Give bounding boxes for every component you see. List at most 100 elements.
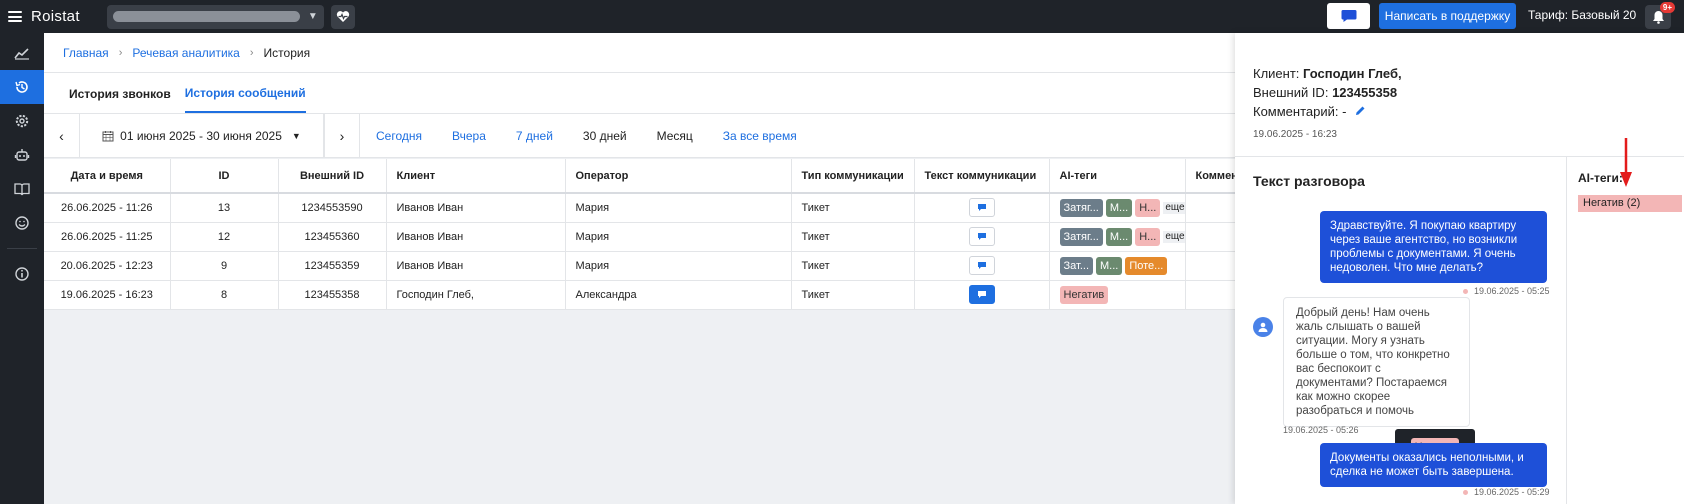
col-external-id[interactable]: Внешний ID bbox=[278, 159, 387, 194]
left-nav bbox=[0, 33, 44, 504]
comment-value: - bbox=[1342, 104, 1347, 119]
cell-ai-tags: Затяг...М...Н...еще 1 bbox=[1049, 222, 1186, 252]
cell-id: 8 bbox=[170, 280, 279, 310]
ai-tag-filter[interactable]: Негатив (2) bbox=[1578, 195, 1682, 212]
col-comm-text[interactable]: Текст коммуникации bbox=[914, 159, 1050, 194]
message-icon-active[interactable] bbox=[968, 285, 995, 304]
annotation-arrow-icon bbox=[1620, 138, 1632, 187]
cell-datetime: 19.06.2025 - 16:23 bbox=[44, 280, 171, 310]
col-comment[interactable]: Коммен bbox=[1185, 159, 1235, 194]
nav-knowledge[interactable] bbox=[0, 172, 44, 206]
col-ai-tags[interactable]: AI-теги bbox=[1049, 159, 1186, 194]
more-tags-link[interactable]: еще 1 bbox=[1163, 201, 1184, 214]
chevron-down-icon: ▼ bbox=[291, 130, 301, 141]
ai-tag[interactable]: М... bbox=[1105, 198, 1133, 217]
pencil-icon[interactable] bbox=[1354, 105, 1366, 120]
ai-tag[interactable]: Поте... bbox=[1125, 256, 1168, 275]
cell-id: 13 bbox=[170, 193, 279, 223]
ticket-date: 19.06.2025 - 16:23 bbox=[1253, 129, 1337, 140]
tab-call-history[interactable]: История звонков bbox=[69, 87, 171, 113]
period-today[interactable]: Сегодня bbox=[376, 129, 422, 143]
chat-button[interactable] bbox=[1327, 3, 1370, 29]
calendar-icon bbox=[102, 130, 114, 141]
ai-tag[interactable]: Зат... bbox=[1059, 256, 1094, 275]
client-value: Господин Глеб, bbox=[1303, 66, 1402, 81]
tariff-label[interactable]: Тариф: Базовый 20 bbox=[1528, 8, 1636, 22]
ai-tag[interactable]: Затяг... bbox=[1059, 227, 1103, 246]
chevron-down-icon: ▼ bbox=[307, 11, 318, 22]
gear-icon bbox=[15, 114, 29, 128]
prev-period-button[interactable]: ‹ bbox=[44, 113, 80, 158]
ai-tag[interactable]: Н... bbox=[1135, 227, 1161, 246]
next-period-button[interactable]: › bbox=[324, 113, 360, 158]
external-id-label: Внешний ID: bbox=[1253, 85, 1329, 100]
ai-tag[interactable]: М... bbox=[1096, 256, 1123, 275]
table-row[interactable]: 26.06.2025 - 11:26 13 1234553590 Иванов … bbox=[44, 193, 1235, 223]
more-tags-link[interactable]: еще 1 bbox=[1163, 230, 1184, 243]
cell-comm-text bbox=[914, 280, 1050, 310]
comment-label: Комментарий: bbox=[1253, 104, 1339, 119]
nav-analytics[interactable] bbox=[0, 36, 44, 70]
message-timestamp: 19.06.2025 - 05:29 bbox=[1463, 487, 1550, 497]
cell-id: 12 bbox=[170, 222, 279, 252]
col-operator[interactable]: Оператор bbox=[565, 159, 792, 194]
nav-history[interactable] bbox=[0, 70, 44, 104]
message-icon[interactable] bbox=[968, 198, 995, 218]
logo[interactable]: Roistat bbox=[31, 8, 80, 25]
ai-tags-panel: AI-теги: Негатив (2) bbox=[1568, 157, 1684, 504]
ai-tag[interactable]: Затяг... bbox=[1059, 198, 1103, 217]
book-icon bbox=[14, 183, 30, 196]
period-7-days[interactable]: 7 дней bbox=[516, 129, 553, 143]
col-id[interactable]: ID bbox=[170, 159, 279, 194]
col-client[interactable]: Клиент bbox=[386, 159, 566, 194]
cell-ai-tags: Негатив bbox=[1049, 280, 1186, 310]
support-button[interactable]: Написать в поддержку bbox=[1379, 3, 1516, 29]
message-icon[interactable] bbox=[968, 227, 995, 246]
date-range-picker[interactable]: 01 июня 2025 - 30 июня 2025 ▼ bbox=[80, 113, 324, 158]
cell-datetime: 26.06.2025 - 11:25 bbox=[44, 222, 171, 252]
top-bar: Roistat ▼ Написать в поддержку Тариф: Ба… bbox=[0, 0, 1684, 33]
table-row[interactable]: 20.06.2025 - 12:23 9 123455359 Иванов Ив… bbox=[44, 251, 1235, 281]
comment-line: Комментарий: - bbox=[1253, 104, 1366, 120]
ai-tag[interactable]: Н... bbox=[1135, 198, 1161, 217]
nav-bots[interactable] bbox=[0, 138, 44, 172]
ai-tag[interactable]: М... bbox=[1105, 227, 1133, 246]
breadcrumb-current: История bbox=[263, 45, 311, 60]
heart-pulse-icon[interactable] bbox=[330, 4, 355, 29]
nav-info[interactable] bbox=[0, 257, 44, 291]
cell-client: Иванов Иван bbox=[386, 193, 566, 223]
period-month[interactable]: Месяц bbox=[657, 129, 693, 143]
cell-comment bbox=[1185, 251, 1235, 281]
cell-operator: Мария bbox=[565, 193, 792, 223]
table-header-row: Дата и время ID Внешний ID Клиент Операт… bbox=[44, 159, 1235, 194]
cell-operator: Мария bbox=[565, 222, 792, 252]
chevron-right-icon: › bbox=[118, 46, 123, 59]
robot-icon bbox=[14, 149, 30, 161]
period-yesterday[interactable]: Вчера bbox=[452, 129, 486, 143]
nav-settings[interactable] bbox=[0, 104, 44, 138]
menu-icon[interactable] bbox=[8, 11, 22, 22]
chart-icon bbox=[14, 48, 29, 60]
message-icon[interactable] bbox=[968, 256, 995, 275]
project-select[interactable]: ▼ bbox=[106, 4, 324, 29]
cell-client: Иванов Иван bbox=[386, 222, 566, 252]
period-30-days[interactable]: 30 дней bbox=[583, 129, 627, 143]
table-row[interactable]: 26.06.2025 - 11:25 12 123455360 Иванов И… bbox=[44, 222, 1235, 252]
col-comm-type[interactable]: Тип коммуникации bbox=[791, 159, 915, 194]
cell-comment bbox=[1185, 193, 1235, 223]
conversation-title: Текст разговора bbox=[1253, 173, 1365, 189]
breadcrumb-speech-analytics[interactable]: Речевая аналитика bbox=[132, 46, 240, 60]
cell-ai-tags: Затяг...М...Н...еще 1 bbox=[1049, 193, 1186, 223]
cell-comment bbox=[1185, 280, 1235, 310]
bell-icon[interactable]: 9+ bbox=[1645, 2, 1675, 29]
period-all-time[interactable]: За все время bbox=[723, 129, 797, 143]
col-datetime[interactable]: Дата и время bbox=[44, 159, 171, 194]
cell-comm-type: Тикет bbox=[791, 280, 915, 310]
breadcrumb-home[interactable]: Главная bbox=[63, 46, 109, 60]
table-row[interactable]: 19.06.2025 - 16:23 8 123455358 Господин … bbox=[44, 280, 1235, 310]
cell-operator: Александра bbox=[565, 280, 792, 310]
smile-icon bbox=[15, 216, 29, 230]
ai-tag[interactable]: Негатив bbox=[1059, 285, 1109, 304]
nav-feedback[interactable] bbox=[0, 206, 44, 240]
tab-message-history[interactable]: История сообщений bbox=[184, 86, 306, 113]
